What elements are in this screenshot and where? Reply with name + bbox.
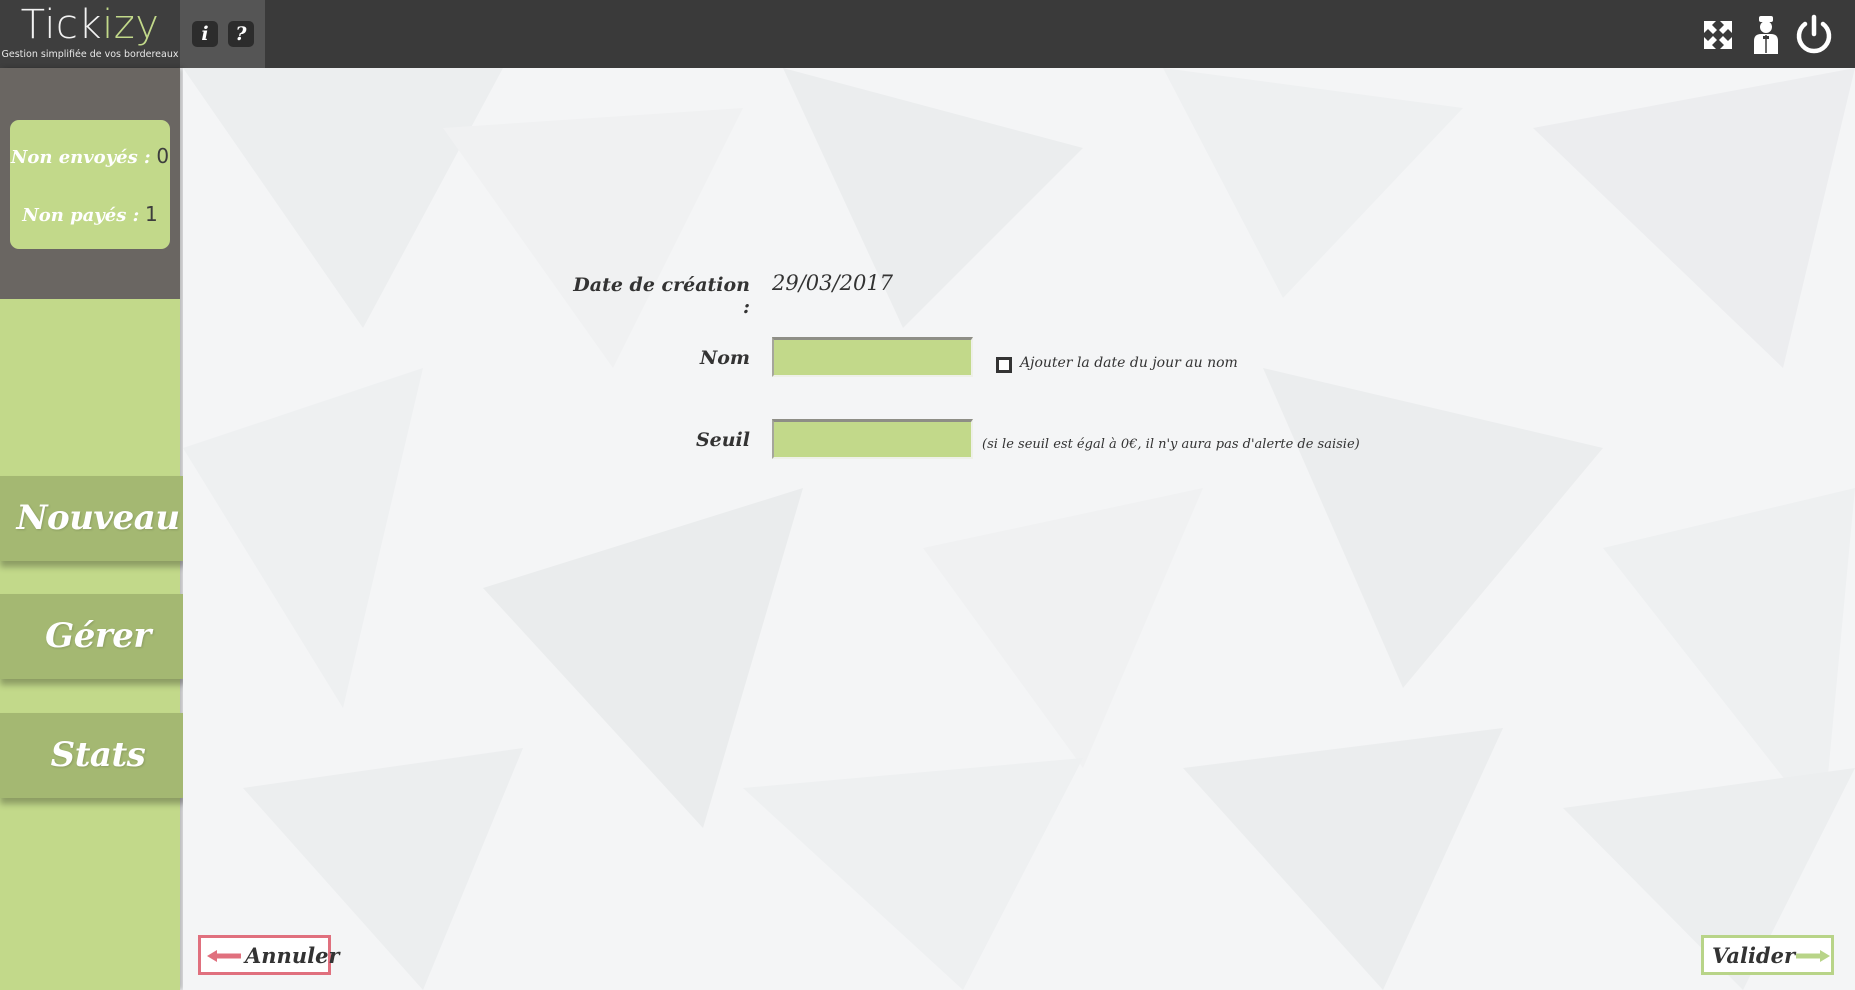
top-bar: Tickizy Gestion simplifiée de vos border… [0, 0, 1855, 68]
unpaid-count: 1 [145, 202, 158, 226]
threshold-label: Seuil [695, 429, 750, 451]
power-icon[interactable] [1793, 14, 1835, 56]
app-logo[interactable]: Tickizy Gestion simplifiée de vos border… [0, 0, 180, 68]
counter-card: Non envoyés : 0 Non payés : 1 [10, 120, 170, 249]
nav-stats-button[interactable]: Stats [0, 713, 196, 815]
sidebar: Non envoyés : 0 Non payés : 1 Nouveau Gé… [0, 68, 196, 990]
name-label: Nom [699, 347, 750, 369]
name-input[interactable] [772, 337, 973, 377]
app-logo-title: Tickizy [20, 2, 160, 48]
add-date-checkbox-label: Ajouter la date du jour au nom [1020, 355, 1238, 371]
unpaid-counter: Non payés : 1 [22, 202, 158, 226]
creation-date-value: 29/03/2017 [772, 271, 894, 295]
fullscreen-icon[interactable] [1697, 14, 1739, 56]
counter-panel: Non envoyés : 0 Non payés : 1 [0, 68, 180, 299]
creation-date-label: Date de création : [573, 274, 750, 318]
arrow-left-icon [207, 950, 241, 962]
cancel-button[interactable]: Annuler [198, 935, 340, 975]
app-tagline: Gestion simplifiée de vos bordereaux [1, 49, 179, 60]
nav-new-button[interactable]: Nouveau [0, 476, 196, 578]
threshold-note: (si le seuil est égal à 0€, il n'y aura … [982, 437, 1360, 452]
help-toolbar: i ? [180, 0, 265, 68]
nav-manage-button[interactable]: Gérer [0, 594, 196, 696]
add-date-checkbox[interactable] [996, 357, 1012, 373]
unsent-counter: Non envoyés : 0 [10, 144, 170, 168]
help-button[interactable]: ? [228, 21, 254, 47]
validate-button[interactable]: Valider [1701, 935, 1834, 975]
info-button[interactable]: i [192, 21, 218, 47]
background-pattern [183, 68, 1855, 990]
unsent-count: 0 [156, 144, 170, 168]
threshold-input[interactable] [772, 419, 973, 459]
arrow-right-icon [1796, 950, 1830, 962]
main-content: Date de création : 29/03/2017 Nom Ajoute… [183, 68, 1855, 990]
user-icon[interactable] [1745, 14, 1787, 56]
